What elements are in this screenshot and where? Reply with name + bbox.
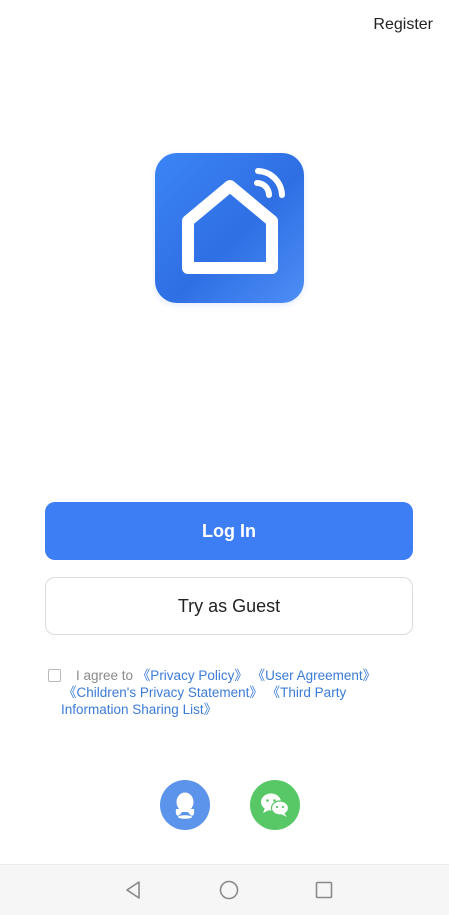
nav-home-button[interactable]: [217, 878, 241, 902]
qq-login-button[interactable]: [160, 780, 210, 830]
home-circle-icon: [219, 880, 239, 900]
wechat-login-button[interactable]: [250, 780, 300, 830]
childrens-privacy-link[interactable]: 《Children's Privacy Statement》: [63, 685, 263, 700]
agreement-text: I agree to 《Privacy Policy》 《User Agreem…: [61, 667, 377, 718]
qq-penguin-icon: [175, 792, 195, 819]
back-triangle-icon: [126, 881, 140, 899]
try-as-guest-button[interactable]: Try as Guest: [45, 577, 413, 635]
agreement-prefix: I agree to: [76, 668, 134, 683]
agreement-section: I agree to 《Privacy Policy》 《User Agreem…: [48, 667, 408, 718]
login-button[interactable]: Log In: [45, 502, 413, 560]
user-agreement-link[interactable]: 《User Agreement》: [252, 668, 377, 683]
privacy-policy-link[interactable]: 《Privacy Policy》: [137, 668, 248, 683]
wechat-icon: [261, 793, 290, 817]
app-logo: [155, 153, 304, 303]
agree-checkbox[interactable]: [48, 669, 61, 682]
nav-recent-apps-button[interactable]: [312, 878, 336, 902]
third-party-sharing-link-part1[interactable]: 《Third Party: [267, 685, 347, 700]
recent-apps-square-icon: [315, 881, 333, 899]
nav-back-button[interactable]: [121, 878, 145, 902]
register-link[interactable]: Register: [373, 16, 433, 34]
smart-home-wifi-icon: [182, 168, 285, 274]
system-navigation-bar: [0, 864, 449, 915]
third-party-sharing-link-part2[interactable]: Information Sharing List》: [61, 702, 217, 717]
